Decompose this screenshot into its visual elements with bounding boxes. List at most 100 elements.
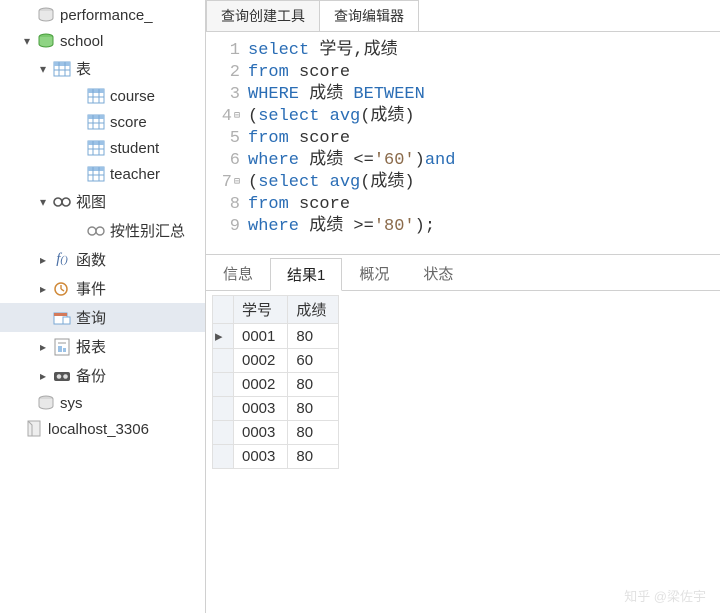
table-icon [86,165,106,183]
tree-item-事件[interactable]: ▸ 事件 [0,274,205,303]
tree-item-label: score [110,114,147,131]
code-line[interactable]: 6where 成绩 <='60')and [212,150,714,172]
result-tab-状态[interactable]: 状态 [406,257,470,290]
event-icon [52,280,72,298]
tree-item-label: 事件 [76,278,106,299]
tree-item-score[interactable]: score [0,109,205,135]
result-tab-结果1[interactable]: 结果1 [270,258,342,291]
code-content[interactable]: from score [248,62,350,84]
line-number: 5 [212,128,248,150]
expand-icon[interactable]: ▾ [20,34,34,48]
tree-item-函数[interactable]: ▸f()函数 [0,245,205,274]
code-line[interactable]: 2from score [212,62,714,84]
line-number: 3 [212,84,248,106]
code-line[interactable]: 3WHERE 成绩 BETWEEN [212,84,714,106]
code-line[interactable]: 9where 成绩 >='80'); [212,216,714,238]
view-item-icon [86,222,106,240]
table-row[interactable]: 000380 [213,397,339,421]
code-line[interactable]: 7⊟(select avg(成绩) [212,172,714,194]
tree-item-label: 备份 [76,365,106,386]
tree-item-label: 报表 [76,336,106,357]
column-header[interactable]: 学号 [234,296,288,324]
table-row[interactable]: 000380 [213,421,339,445]
cell[interactable]: 80 [288,421,339,445]
fx-icon: f() [52,251,72,269]
cell[interactable]: 80 [288,445,339,469]
tree-item-label: performance_ [60,7,153,24]
tree-item-localhost_3306[interactable]: localhost_3306 [0,416,205,442]
tree-item-school[interactable]: ▾school [0,28,205,54]
tree-item-报表[interactable]: ▸ 报表 [0,332,205,361]
code-content[interactable]: WHERE 成绩 BETWEEN [248,84,425,106]
tree-item-表[interactable]: ▾表 [0,54,205,83]
tree-item-视图[interactable]: ▾视图 [0,187,205,216]
cell[interactable]: 0002 [234,373,288,397]
tree-item-course[interactable]: course [0,83,205,109]
sidebar: performance_ ▾school▾表course score student t… [0,0,205,613]
db-icon [36,394,56,412]
tree-item-label: sys [60,395,83,412]
cell[interactable]: 80 [288,397,339,421]
conn-icon [24,420,44,438]
tree-item-student[interactable]: student [0,135,205,161]
tree-item-label: 函数 [76,249,106,270]
expand-icon[interactable]: ▾ [36,62,50,76]
table-icon [86,139,106,157]
table-row[interactable]: 000280 [213,373,339,397]
db-icon [36,6,56,24]
code-content[interactable]: from score [248,128,350,150]
tab-查询创建工具[interactable]: 查询创建工具 [206,0,320,31]
code-content[interactable]: where 成绩 >='80'); [248,216,435,238]
cell[interactable]: 0002 [234,349,288,373]
tree-item-备份[interactable]: ▸ 备份 [0,361,205,390]
code-line[interactable]: 4⊟(select avg(成绩) [212,106,714,128]
tree-item-label: teacher [110,166,160,183]
expand-icon[interactable]: ▸ [36,369,50,383]
row-marker [213,421,234,445]
tree-item-查询[interactable]: 查询 [0,303,205,332]
cell[interactable]: 0003 [234,397,288,421]
view-icon [52,193,72,211]
row-marker [213,349,234,373]
tree-item-按性别汇总[interactable]: 按性别汇总 [0,216,205,245]
line-number: 7⊟ [212,172,248,194]
query-icon [52,309,72,327]
code-line[interactable]: 8from score [212,194,714,216]
code-content[interactable]: (select avg(成绩) [248,106,415,128]
row-marker: ▸ [213,324,234,349]
tree-item-teacher[interactable]: teacher [0,161,205,187]
watermark: 知乎 @梁佐宇 [624,586,706,605]
code-content[interactable]: (select avg(成绩) [248,172,415,194]
cell[interactable]: 80 [288,324,339,349]
code-line[interactable]: 5from score [212,128,714,150]
result-grid[interactable]: 学号成绩▸00018000026000028000038000038000038… [212,295,339,469]
tree-item-sys[interactable]: sys [0,390,205,416]
main-panel: 查询创建工具查询编辑器 1select 学号,成绩2from score3WHE… [205,0,720,613]
expand-icon[interactable]: ▸ [36,340,50,354]
code-content[interactable]: select 学号,成绩 [248,40,398,62]
cell[interactable]: 60 [288,349,339,373]
editor-tabs: 查询创建工具查询编辑器 [206,0,720,32]
code-content[interactable]: where 成绩 <='60')and [248,150,455,172]
column-header[interactable]: 成绩 [288,296,339,324]
table-group-icon [52,60,72,78]
table-row[interactable]: 000380 [213,445,339,469]
code-content[interactable]: from score [248,194,350,216]
tree-item-performance_[interactable]: performance_ [0,2,205,28]
expand-icon[interactable]: ▸ [36,253,50,267]
result-tab-信息[interactable]: 信息 [206,257,270,290]
table-row[interactable]: ▸000180 [213,324,339,349]
tab-查询编辑器[interactable]: 查询编辑器 [319,0,419,31]
expand-icon[interactable]: ▸ [36,282,50,296]
code-line[interactable]: 1select 学号,成绩 [212,40,714,62]
expand-icon[interactable]: ▾ [36,195,50,209]
sql-editor[interactable]: 1select 学号,成绩2from score3WHERE 成绩 BETWEE… [206,32,720,254]
line-number: 4⊟ [212,106,248,128]
result-tab-概况[interactable]: 概况 [342,257,406,290]
cell[interactable]: 0003 [234,445,288,469]
cell[interactable]: 80 [288,373,339,397]
table-row[interactable]: 000260 [213,349,339,373]
cell[interactable]: 0003 [234,421,288,445]
tree-item-label: localhost_3306 [48,421,149,438]
cell[interactable]: 0001 [234,324,288,349]
